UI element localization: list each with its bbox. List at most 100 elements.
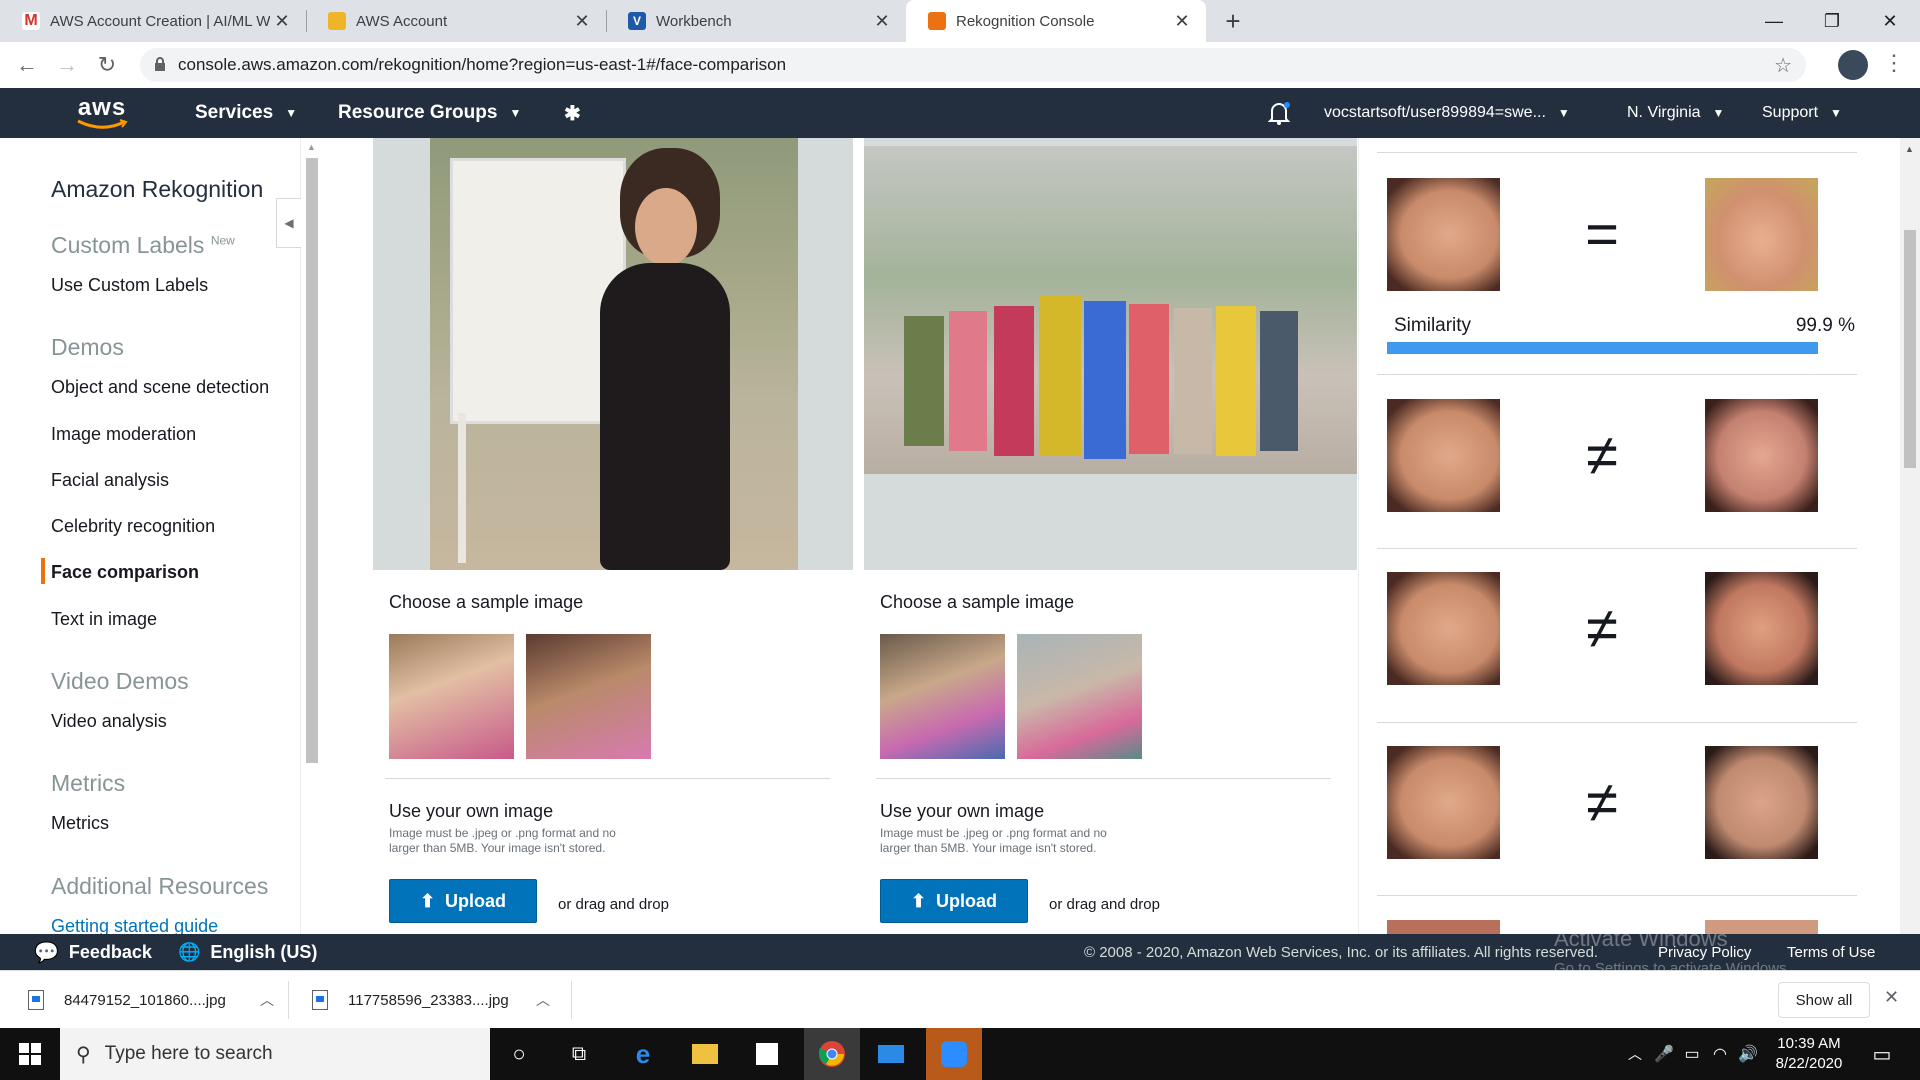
- reference-photo: [430, 138, 798, 570]
- collapse-sidebar-button[interactable]: ◀: [276, 198, 301, 248]
- sidebar-item-image-moderation[interactable]: Image moderation: [51, 424, 196, 445]
- file-explorer-icon[interactable]: [680, 1028, 730, 1080]
- results-divider: [1377, 895, 1857, 896]
- account-menu[interactable]: vocstartsoft/user899894=swe... ▼: [1324, 88, 1570, 138]
- speech-bubble-icon: 💬: [34, 941, 59, 964]
- comparison-results-panel: = Similarity 99.9 % ≠ ≠ ≠: [1358, 138, 1903, 934]
- sidebar-item-facial-analysis[interactable]: Facial analysis: [51, 470, 169, 491]
- right-sample-image-2[interactable]: [1017, 634, 1142, 759]
- browser-tab-rekognition[interactable]: Rekognition Console ✕: [906, 0, 1206, 42]
- url-field[interactable]: console.aws.amazon.com/rekognition/home?…: [140, 48, 1806, 82]
- services-menu[interactable]: Services ▼: [195, 88, 297, 138]
- tab-title: AWS Account: [356, 12, 448, 30]
- left-sample-image-2[interactable]: [526, 634, 651, 759]
- left-sample-image-1[interactable]: [389, 634, 514, 759]
- bookmark-star-icon[interactable]: ☆: [1774, 53, 1792, 78]
- account-label: vocstartsoft/user899894=swe...: [1324, 104, 1546, 121]
- sidebar-link-getting-started[interactable]: Getting started guide: [51, 916, 218, 934]
- mail-icon[interactable]: [866, 1028, 916, 1080]
- taskbar-search-box[interactable]: ⚲ Type here to search: [60, 1028, 490, 1080]
- right-upload-button[interactable]: ⬆ Upload: [880, 879, 1028, 923]
- store-icon[interactable]: [742, 1028, 792, 1080]
- new-tab-icon[interactable]: +: [1218, 6, 1248, 36]
- scroll-up-icon[interactable]: ▲: [1905, 144, 1914, 154]
- scrollbar-thumb[interactable]: [1904, 230, 1916, 468]
- support-label: Support: [1762, 104, 1819, 121]
- close-window-icon[interactable]: ✕: [1861, 0, 1919, 42]
- upload-icon: ⬆: [910, 890, 927, 911]
- wifi-icon[interactable]: ◠: [1706, 1028, 1734, 1080]
- reload-icon[interactable]: ↻: [92, 50, 122, 80]
- minimize-icon[interactable]: —: [1745, 0, 1803, 42]
- tab-close-icon[interactable]: ✕: [570, 11, 594, 32]
- tab-close-icon[interactable]: ✕: [870, 11, 894, 32]
- region-menu[interactable]: N. Virginia ▼: [1627, 88, 1724, 138]
- tab-title: AWS Account Creation | AI/ML W: [50, 12, 270, 30]
- right-own-image-note: Image must be .jpeg or .png format and n…: [880, 826, 1107, 855]
- back-icon[interactable]: ←: [12, 50, 42, 80]
- terms-of-use-link[interactable]: Terms of Use: [1787, 934, 1875, 970]
- language-label: English (US): [210, 941, 318, 962]
- right-sample-image-1[interactable]: [880, 634, 1005, 759]
- chevron-down-icon: ▼: [1557, 106, 1570, 120]
- scrollbar-thumb[interactable]: [306, 158, 318, 763]
- sidebar-scrollbar[interactable]: ▲: [302, 140, 322, 934]
- aws-logo[interactable]: aws: [76, 88, 128, 138]
- forward-icon[interactable]: →: [52, 50, 82, 80]
- tab-close-icon[interactable]: ✕: [1170, 11, 1194, 32]
- chrome-icon[interactable]: [804, 1028, 860, 1080]
- left-own-image-title: Use your own image: [389, 801, 554, 821]
- zoom-icon[interactable]: [926, 1028, 982, 1080]
- edge-icon[interactable]: e: [618, 1028, 668, 1080]
- resource-groups-menu[interactable]: Resource Groups ▼: [338, 88, 521, 138]
- scroll-up-icon[interactable]: ▲: [307, 142, 316, 152]
- browser-menu-icon[interactable]: ⋮: [1882, 50, 1906, 80]
- battery-icon[interactable]: ▭: [1678, 1028, 1706, 1080]
- sidebar-item-metrics[interactable]: Metrics: [51, 813, 109, 834]
- show-all-downloads-button[interactable]: Show all: [1778, 982, 1870, 1018]
- sidebar-item-face-comparison[interactable]: Face comparison: [51, 562, 199, 583]
- sidebar-item-celebrity-recognition[interactable]: Celebrity recognition: [51, 516, 215, 537]
- sidebar-item-video-analysis[interactable]: Video analysis: [51, 711, 167, 732]
- feedback-button[interactable]: 💬 Feedback: [34, 934, 152, 970]
- tray-chevron-up-icon[interactable]: ︿: [1620, 1028, 1650, 1080]
- maximize-icon[interactable]: ❐: [1803, 0, 1861, 42]
- tab-title: Workbench: [656, 12, 732, 30]
- chevron-up-icon[interactable]: ︿: [260, 990, 274, 1010]
- page-scrollbar[interactable]: ▲: [1900, 138, 1920, 934]
- tab-close-icon[interactable]: ✕: [270, 11, 294, 32]
- volume-icon[interactable]: 🔊: [1734, 1028, 1762, 1080]
- group-people: [894, 296, 1334, 474]
- sidebar-item-object-scene[interactable]: Object and scene detection: [51, 377, 269, 398]
- left-upload-button[interactable]: ⬆ Upload: [389, 879, 537, 923]
- chevron-up-icon[interactable]: ︿: [536, 990, 550, 1010]
- browser-tab-gmail[interactable]: M AWS Account Creation | AI/ML W ✕: [0, 0, 306, 42]
- notifications-bell-icon[interactable]: [1268, 88, 1290, 138]
- sidebar-item-use-custom-labels[interactable]: Use Custom Labels: [51, 275, 208, 296]
- language-selector[interactable]: 🌐 English (US): [178, 934, 317, 970]
- pin-icon[interactable]: ✱: [564, 88, 581, 138]
- chevron-left-icon: ◀: [284, 216, 294, 230]
- task-view-icon[interactable]: ⧉: [554, 1028, 604, 1080]
- left-sample-title: Choose a sample image: [389, 592, 584, 612]
- sidebar-section-additional-resources: Additional Resources: [51, 873, 269, 899]
- similarity-bar-fill: [1387, 342, 1818, 354]
- results-divider: [1377, 152, 1857, 153]
- cortana-icon[interactable]: ○: [494, 1028, 544, 1080]
- profile-avatar[interactable]: [1838, 50, 1868, 80]
- right-drag-drop-hint: or drag and drop: [1049, 896, 1160, 913]
- download-item[interactable]: 84479152_101860....jpg ︿: [28, 971, 274, 1029]
- download-item[interactable]: 117758596_23383....jpg ︿: [312, 971, 550, 1029]
- close-downloads-icon[interactable]: ✕: [1884, 987, 1899, 1008]
- windows-start-icon[interactable]: [0, 1028, 60, 1080]
- taskbar-clock[interactable]: 10:39 AM 8/22/2020: [1764, 1028, 1854, 1080]
- sidebar-title[interactable]: Amazon Rekognition: [51, 176, 263, 203]
- browser-tab-aws-account[interactable]: AWS Account ✕: [306, 0, 606, 42]
- support-menu[interactable]: Support ▼: [1762, 88, 1842, 138]
- activate-windows-watermark: Activate Windows: [1554, 926, 1728, 951]
- browser-tab-workbench[interactable]: V Workbench ✕: [606, 0, 906, 42]
- left-drag-drop-hint: or drag and drop: [558, 896, 669, 913]
- microphone-icon[interactable]: 🎤: [1650, 1028, 1678, 1080]
- sidebar-item-text-in-image[interactable]: Text in image: [51, 609, 157, 630]
- action-center-icon[interactable]: ▭: [1862, 1028, 1902, 1080]
